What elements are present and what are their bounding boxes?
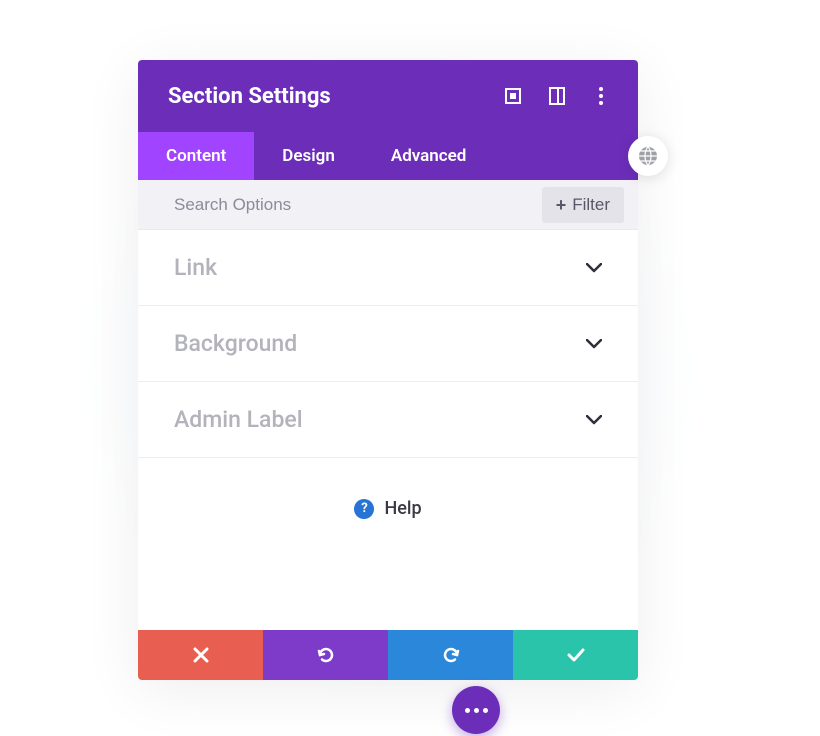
- globe-icon: [638, 146, 658, 166]
- help-icon: ?: [354, 499, 374, 519]
- plus-icon: +: [556, 196, 567, 214]
- chevron-down-icon: [586, 339, 602, 349]
- tab-content[interactable]: Content: [138, 132, 254, 180]
- close-icon: [193, 647, 209, 663]
- undo-button[interactable]: [263, 630, 388, 680]
- panel-body: Link Background Admin Label ? Help: [138, 230, 638, 630]
- dot-icon: [474, 708, 479, 713]
- redo-button[interactable]: [388, 630, 513, 680]
- check-icon: [567, 648, 585, 662]
- snap-icon[interactable]: [548, 87, 566, 105]
- help-row[interactable]: ? Help: [138, 458, 638, 559]
- header-actions: [504, 87, 610, 105]
- tab-design[interactable]: Design: [254, 132, 363, 180]
- modal-header: Section Settings: [138, 60, 638, 132]
- accordion-admin-label[interactable]: Admin Label: [138, 382, 638, 458]
- search-input[interactable]: [174, 195, 542, 215]
- save-button[interactable]: [513, 630, 638, 680]
- cancel-button[interactable]: [138, 630, 263, 680]
- responsive-badge[interactable]: [628, 136, 668, 176]
- accordion-title-background: Background: [174, 330, 297, 357]
- fab-more[interactable]: [452, 686, 500, 734]
- tabs: Content Design Advanced: [138, 132, 638, 180]
- dot-icon: [483, 708, 488, 713]
- filter-label: Filter: [572, 195, 610, 215]
- chevron-down-icon: [586, 263, 602, 273]
- expand-icon[interactable]: [504, 87, 522, 105]
- settings-modal: Section Settings: [138, 60, 638, 680]
- more-icon[interactable]: [592, 87, 610, 105]
- modal-footer: [138, 630, 638, 680]
- filter-button[interactable]: + Filter: [542, 187, 624, 223]
- modal-title: Section Settings: [168, 84, 331, 109]
- help-label: Help: [384, 498, 421, 519]
- accordion-title-admin-label: Admin Label: [174, 406, 303, 433]
- redo-icon: [441, 645, 461, 665]
- chevron-down-icon: [586, 415, 602, 425]
- search-row: + Filter: [138, 180, 638, 230]
- tab-advanced[interactable]: Advanced: [363, 132, 495, 180]
- accordion-title-link: Link: [174, 254, 217, 281]
- dot-icon: [465, 708, 470, 713]
- accordion-background[interactable]: Background: [138, 306, 638, 382]
- undo-icon: [316, 645, 336, 665]
- accordion-link[interactable]: Link: [138, 230, 638, 306]
